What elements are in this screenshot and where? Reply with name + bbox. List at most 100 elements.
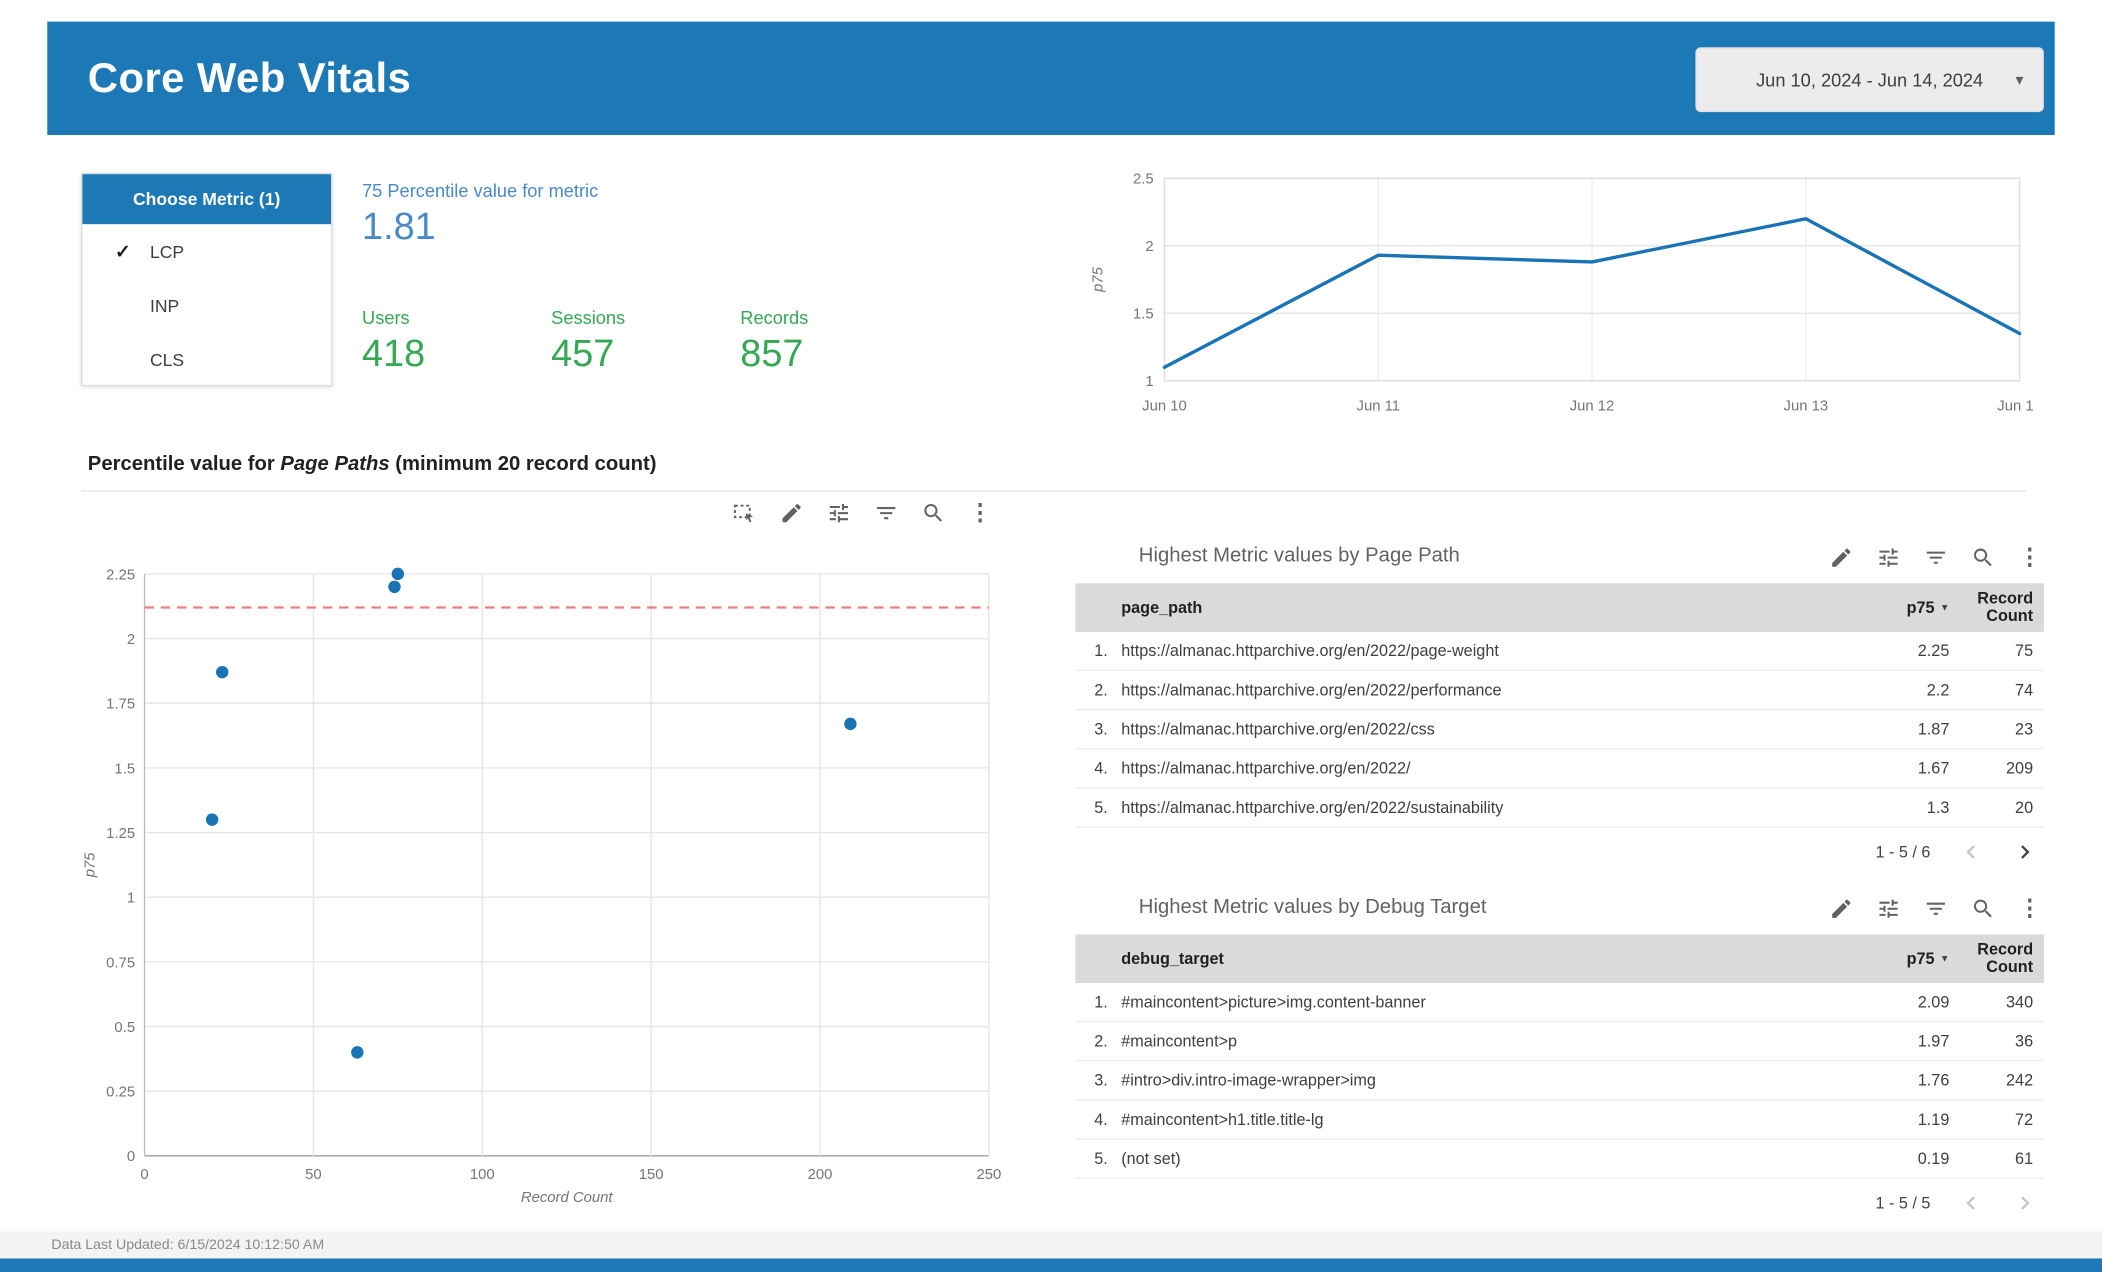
filter-icon[interactable]: [874, 501, 898, 525]
count-column-header: Record Count: [1977, 939, 2034, 977]
more-icon[interactable]: ⋮: [2018, 545, 2041, 570]
row-metric: 2.25: [1917, 641, 1950, 661]
chevron-left-icon: [1957, 839, 1984, 866]
svg-text:Record Count: Record Count: [521, 1190, 613, 1206]
scorecard-label: 75 Percentile value for metric: [362, 180, 599, 202]
row-metric: 1.67: [1917, 758, 1950, 778]
svg-text:0.5: 0.5: [114, 1020, 135, 1036]
p75-timeseries-chart: 1 1.5 2 2.5 Jun 10 Jun 11 Jun 12 Jun 13 Jun 14 p7…: [1090, 172, 2033, 415]
svg-text:Jun 11: Jun 11: [1357, 398, 1400, 414]
date-range-label: Jun 10, 2024 - Jun 14, 2024: [1756, 69, 1984, 90]
scorecard-percentile: 75 Percentile value for metric 1.81: [362, 181, 598, 249]
filter-icon[interactable]: [1924, 897, 1948, 921]
caret-down-icon: ▾: [2015, 70, 2024, 90]
scorecard-label: Users: [362, 307, 410, 329]
table-row: 3. https://almanac.httparchive.org/en/202…: [1075, 710, 2044, 750]
metric-column-header[interactable]: p75 ▼: [1844, 949, 1950, 968]
scatter-chart-toolbar: ⋮: [732, 500, 992, 525]
lasso-select-icon[interactable]: [732, 501, 756, 525]
metric-column-header[interactable]: p75 ▼: [1844, 598, 1950, 618]
row-index: 2.: [1094, 680, 1108, 700]
row-count: 340: [2006, 992, 2034, 1012]
zoom-icon[interactable]: [1971, 546, 1995, 570]
row-count: 20: [2015, 798, 2034, 817]
row-metric: 1.97: [1917, 1031, 1950, 1051]
zoom-icon[interactable]: [1971, 897, 1995, 921]
svg-text:2.25: 2.25: [106, 567, 135, 583]
tune-icon[interactable]: [1876, 897, 1900, 921]
page-title: Core Web Vitals: [87, 54, 412, 102]
row-metric: 2.09: [1917, 992, 1950, 1012]
svg-text:1.5: 1.5: [114, 761, 135, 777]
edit-icon[interactable]: [1829, 546, 1853, 570]
pagination-label: 1 - 5 / 5: [1875, 1193, 1931, 1213]
metric-option-label: LCP: [149, 241, 185, 262]
svg-text:1.5: 1.5: [1133, 307, 1154, 323]
table-row: 2. https://almanac.httparchive.org/en/202…: [1075, 671, 2044, 711]
scorecard-records: Records 857: [740, 308, 808, 376]
svg-text:p75: p75: [1090, 266, 1106, 293]
row-count: 23: [2015, 719, 2034, 739]
pagination: 1 - 5 / 5: [1075, 1179, 2044, 1228]
svg-text:1: 1: [127, 891, 135, 907]
pagination-label: 1 - 5 / 6: [1875, 842, 1931, 862]
metric-option-inp[interactable]: INP: [82, 278, 331, 332]
more-icon[interactable]: ⋮: [2018, 896, 2041, 921]
row-index: 3.: [1094, 719, 1108, 739]
table-page-path: Highest Metric values by Page Path ⋮ pag…: [1075, 534, 2044, 877]
metric-selector-title: Choose Metric (1): [82, 174, 331, 225]
scatter-section-title: Percentile value for Page Paths (minimum…: [88, 452, 657, 475]
scorecard-value: 418: [362, 332, 426, 375]
section-title-prefix: Percentile value for: [87, 452, 281, 476]
tune-icon[interactable]: [1876, 546, 1900, 570]
bottom-accent-bar: [0, 1258, 2102, 1272]
svg-text:Jun 14: Jun 14: [1997, 398, 2033, 414]
table-header-row: page_path p75 ▼ Record Count: [1075, 583, 2044, 632]
row-index: 2.: [1094, 1031, 1108, 1051]
svg-text:2: 2: [1145, 239, 1153, 255]
filter-icon[interactable]: [1924, 546, 1948, 570]
more-icon[interactable]: ⋮: [969, 500, 992, 525]
svg-text:0: 0: [140, 1167, 148, 1183]
metric-option-lcp[interactable]: ✓ LCP: [82, 224, 331, 278]
svg-text:2: 2: [127, 632, 135, 648]
dimension-column-header: page_path: [1121, 598, 1203, 618]
date-range-selector[interactable]: Jun 10, 2024 - Jun 14, 2024 ▾: [1695, 47, 2044, 113]
row-index: 4.: [1094, 1109, 1108, 1129]
svg-text:Jun 10: Jun 10: [1142, 398, 1187, 414]
table-row: 3. #intro>div.intro-image-wrapper>img 1.76…: [1075, 1061, 2044, 1101]
edit-icon[interactable]: [1829, 897, 1853, 921]
svg-text:Jun 12: Jun 12: [1570, 398, 1615, 414]
chevron-left-icon: [1957, 1190, 1984, 1217]
row-count: 209: [2006, 758, 2034, 778]
svg-text:200: 200: [808, 1167, 833, 1183]
metric-column-label: p75: [1906, 598, 1935, 618]
row-dimension: #maincontent>h1.title.title-lg: [1121, 1109, 1324, 1129]
svg-text:1: 1: [1145, 374, 1153, 390]
scorecard-value: 1.81: [362, 205, 436, 248]
zoom-icon[interactable]: [921, 501, 945, 525]
tune-icon[interactable]: [827, 501, 851, 525]
scorecard-value: 857: [740, 332, 804, 375]
svg-text:0.25: 0.25: [106, 1085, 135, 1101]
row-index: 1.: [1094, 641, 1108, 661]
svg-text:250: 250: [976, 1167, 1001, 1183]
row-dimension: (not set): [1121, 1149, 1181, 1169]
scorecard-value: 457: [551, 332, 615, 375]
row-metric: 2.2: [1926, 680, 1950, 700]
svg-text:100: 100: [470, 1167, 495, 1183]
scorecard-label: Records: [740, 307, 809, 329]
row-dimension: https://almanac.httparchive.org/en/2022/: [1121, 758, 1411, 778]
metric-selector: Choose Metric (1) ✓ LCP INP CLS: [81, 172, 333, 387]
metric-option-cls[interactable]: CLS: [82, 332, 331, 386]
edit-icon[interactable]: [779, 501, 803, 525]
chevron-right-icon: [2011, 1190, 2038, 1217]
report-header: Core Web Vitals Jun 10, 2024 - Jun 14, 2…: [47, 21, 2055, 136]
metric-option-label: CLS: [149, 349, 185, 370]
dimension-column-header: debug_target: [1121, 949, 1224, 969]
row-index: 1.: [1094, 992, 1108, 1012]
svg-text:50: 50: [305, 1167, 322, 1183]
chevron-right-icon[interactable]: [2011, 839, 2038, 866]
report-viewport: Core Web Vitals Jun 10, 2024 - Jun 14, 2…: [0, 0, 2102, 1272]
sort-desc-icon: ▼: [1939, 603, 1950, 614]
